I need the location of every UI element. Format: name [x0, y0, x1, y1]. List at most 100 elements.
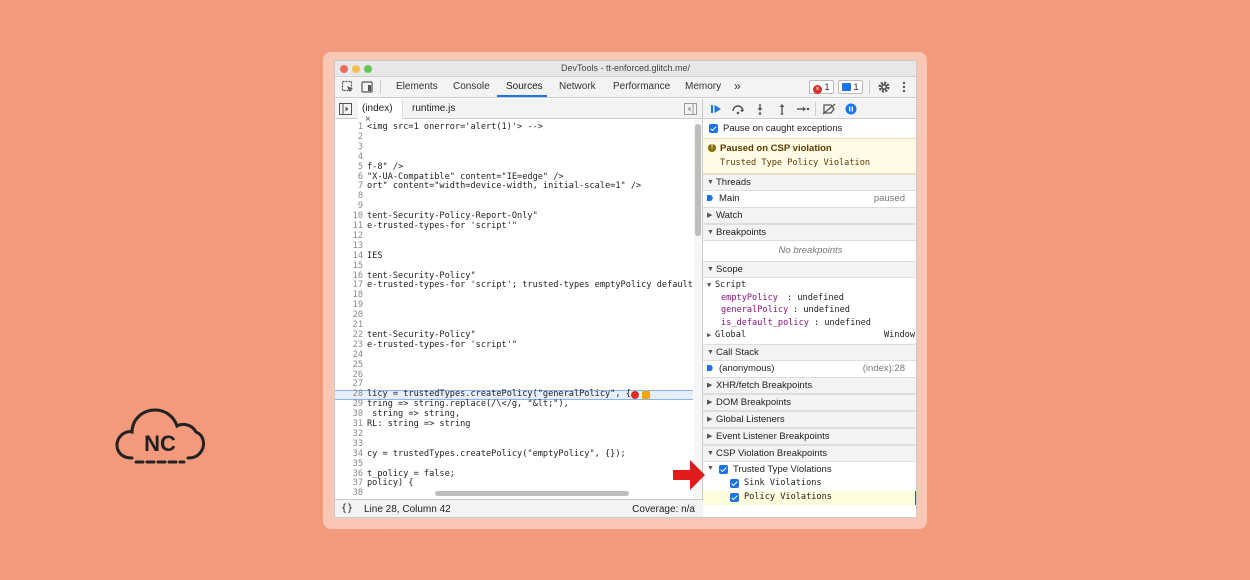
trusted-type-checkbox[interactable]	[719, 465, 728, 474]
step-into-icon[interactable]	[754, 103, 766, 115]
coverage-status[interactable]: Coverage: n/a	[632, 504, 695, 515]
tab-performance[interactable]: Performance	[613, 81, 670, 92]
line-number[interactable]: 35	[335, 459, 363, 470]
expanded-triangle-icon: ▼	[707, 266, 714, 273]
tab-memory[interactable]: Memory	[685, 81, 721, 92]
settings-gear-icon[interactable]	[877, 80, 891, 94]
thread-status: paused	[873, 193, 905, 204]
variable-value: : undefined	[814, 318, 871, 328]
tab-sources[interactable]: Sources	[506, 81, 543, 92]
frame-location[interactable]: (index):28	[863, 363, 905, 374]
annotation-arrow-icon	[673, 460, 705, 490]
sink-violations-option[interactable]: Sink Violations	[703, 477, 916, 491]
event-listener-breakpoints-header[interactable]: ▶ Event Listener Breakpoints	[703, 428, 916, 445]
active-tab-indicator	[497, 95, 547, 97]
warning-icon: !	[708, 144, 716, 152]
warning-icon[interactable]	[642, 391, 650, 399]
call-stack-section-header[interactable]: ▼ Call Stack	[703, 344, 916, 361]
step-out-icon[interactable]	[776, 103, 788, 115]
variable-value: : undefined	[793, 305, 850, 315]
error-count-badge[interactable]: × 1	[809, 80, 834, 94]
inspect-element-icon[interactable]	[341, 80, 355, 94]
threads-section-header[interactable]: ▼ Threads	[703, 174, 916, 191]
threads-label: Threads	[716, 177, 751, 188]
scope-section-header[interactable]: ▼ Scope	[703, 261, 916, 278]
scope-script[interactable]: ▼ Script	[703, 280, 916, 292]
step-icon[interactable]	[796, 103, 810, 115]
call-frame[interactable]: (anonymous) (index):28	[703, 361, 916, 377]
tab-console[interactable]: Console	[453, 81, 490, 92]
vertical-scrollbar[interactable]	[694, 120, 702, 499]
error-icon[interactable]	[631, 391, 639, 399]
code-line[interactable]: e-trusted-types-for 'script'; trusted-ty…	[367, 280, 693, 291]
collapsed-triangle-icon: ▶	[707, 416, 713, 423]
watch-label: Watch	[716, 210, 743, 221]
policy-violations-checkbox[interactable]	[730, 493, 739, 502]
step-over-icon[interactable]	[731, 103, 745, 115]
csp-breakpoints-header[interactable]: ▼ CSP Violation Breakpoints	[703, 445, 916, 462]
vertical-scrollbar-thumb[interactable]	[695, 124, 701, 236]
scope-global-value: Window	[883, 330, 915, 340]
paused-detail: Trusted Type Policy Violation	[720, 158, 871, 168]
more-tabs-button[interactable]: »	[734, 79, 741, 93]
error-icon: ×	[813, 85, 822, 94]
code-line[interactable]: f-8" />	[367, 162, 403, 173]
code-line[interactable]: policy) {	[367, 478, 414, 489]
global-listeners-label: Global Listeners	[716, 414, 785, 425]
line-number[interactable]: 15	[335, 261, 363, 272]
variable-name: is_default_policy	[721, 318, 809, 328]
variable-value: : undefined	[787, 293, 844, 303]
toolbar-divider	[380, 80, 381, 94]
code-line[interactable]: cy = trustedTypes.createPolicy("emptyPol…	[367, 449, 626, 460]
breakpoints-label: Breakpoints	[716, 227, 767, 238]
line-number[interactable]: 25	[335, 360, 363, 371]
line-number[interactable]: 5	[335, 162, 363, 173]
trusted-type-violations-option[interactable]: ▼ Trusted Type Violations	[703, 463, 916, 477]
pause-caught-checkbox[interactable]	[709, 124, 718, 133]
scope-variable[interactable]: is_default_policy : undefined	[703, 318, 916, 330]
global-listeners-header[interactable]: ▶ Global Listeners	[703, 411, 916, 428]
current-thread-icon	[707, 195, 713, 201]
scope-global[interactable]: ▶ Global Window	[703, 330, 916, 343]
file-tab-runtime[interactable]: runtime.js	[412, 103, 455, 114]
scope-variable[interactable]: emptyPolicy: undefined	[703, 293, 916, 305]
more-options-icon[interactable]	[900, 80, 908, 94]
toggle-debugger-icon[interactable]	[684, 103, 697, 115]
paused-message: ! Paused on CSP violation Trusted Type P…	[703, 138, 916, 174]
file-tabs: (index) × runtime.js	[335, 99, 702, 125]
code-line[interactable]: e-trusted-types-for 'script'"	[367, 221, 517, 232]
no-breakpoints-message: No breakpoints	[778, 245, 843, 256]
code-line[interactable]: e-trusted-types-for 'script'"	[367, 340, 517, 351]
file-tab-index[interactable]: (index) ×	[358, 99, 403, 125]
pause-caught-option[interactable]: Pause on caught exceptions	[703, 120, 916, 138]
pause-on-exceptions-icon[interactable]	[845, 103, 857, 115]
thread-name: Main	[719, 193, 740, 204]
thread-main[interactable]: Main paused	[703, 191, 916, 207]
device-toolbar-icon[interactable]	[360, 80, 374, 94]
horizontal-scrollbar-thumb[interactable]	[435, 491, 629, 496]
line-number[interactable]: 38	[335, 488, 363, 499]
xhr-breakpoints-header[interactable]: ▶ XHR/fetch Breakpoints	[703, 377, 916, 394]
deactivate-breakpoints-icon[interactable]	[822, 103, 836, 115]
tab-elements[interactable]: Elements	[396, 81, 438, 92]
pause-caught-label: Pause on caught exceptions	[723, 123, 843, 134]
expanded-triangle-icon: ▼	[707, 349, 714, 356]
code-line[interactable]: ort" content="width=device-width, initia…	[367, 181, 641, 192]
policy-violations-option[interactable]: Policy Violations	[703, 491, 916, 505]
code-view[interactable]: 1 <img src=1 onerror='alert(1)'> --> 2 3 4 5 f…	[335, 120, 703, 499]
scope-variable[interactable]: generalPolicy: undefined	[703, 305, 916, 317]
main-toolbar: Elements Console Sources Network Perform…	[335, 77, 916, 98]
pretty-print-button[interactable]: {}	[341, 503, 353, 514]
sink-violations-checkbox[interactable]	[730, 479, 739, 488]
breakpoints-section-header[interactable]: ▼ Breakpoints	[703, 224, 916, 241]
code-line[interactable]: RL: string => string	[367, 419, 470, 430]
resume-icon[interactable]	[710, 103, 722, 115]
tab-network[interactable]: Network	[559, 81, 596, 92]
expanded-triangle-icon: ▼	[707, 229, 714, 236]
watch-section-header[interactable]: ▶ Watch	[703, 207, 916, 224]
toggle-navigator-icon[interactable]	[339, 103, 352, 115]
code-line[interactable]: <img src=1 onerror='alert(1)'> -->	[367, 122, 543, 133]
dom-breakpoints-header[interactable]: ▶ DOM Breakpoints	[703, 394, 916, 411]
code-line[interactable]: IES	[367, 251, 383, 262]
message-count-badge[interactable]: 1	[838, 80, 863, 94]
